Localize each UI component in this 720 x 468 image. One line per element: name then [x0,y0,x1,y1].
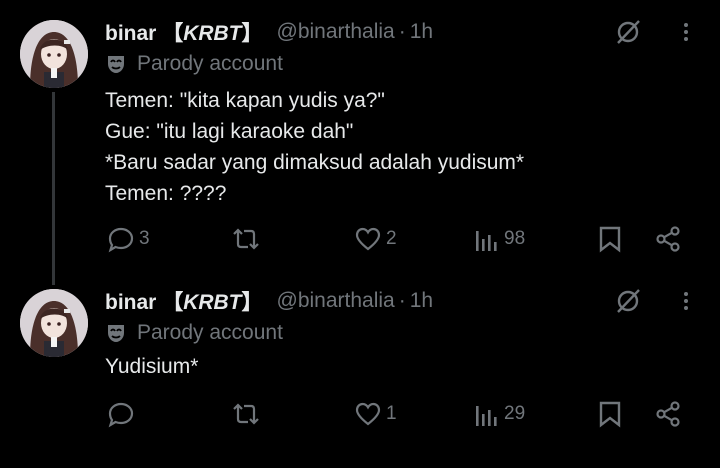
display-name[interactable]: binar 【KRBT】 [105,286,263,316]
views-count: 98 [504,228,526,249]
separator-dot: · [398,289,406,312]
tweet-2[interactable]: binar 【KRBT】 @binarthalia · 1h Parody ac… [0,285,720,468]
tweet-text-line: Temen: ???? [105,182,227,205]
share-button[interactable] [654,225,682,253]
grok-icon[interactable] [614,287,642,320]
tweet-header: binar 【KRBT】 @binarthalia · 1h [105,18,433,46]
reply-icon [108,402,134,428]
display-name[interactable]: binar 【KRBT】 [105,17,263,47]
share-button[interactable] [654,400,682,428]
repost-icon [233,228,259,250]
bookmark-button[interactable] [598,400,622,428]
reply-icon [108,227,134,253]
parody-label: Parody account [137,321,283,344]
reply-button[interactable] [107,400,135,428]
like-button[interactable]: 1 [354,400,397,428]
reply-count: 3 [139,228,150,249]
repost-button[interactable] [230,400,262,428]
bookmark-icon [599,401,621,428]
user-handle[interactable]: @binarthalia [277,20,395,44]
tweet-text-line: *Baru sadar yang dimaksud adalah yudisum… [105,151,525,174]
mask-icon [108,56,124,73]
views-button[interactable]: 98 [474,225,525,253]
tweet-header: binar 【KRBT】 @binarthalia · 1h [105,287,433,315]
views-icon [476,406,497,426]
parody-badge: Parody account [105,319,283,347]
like-count: 2 [386,228,397,249]
avatar[interactable] [20,20,88,88]
bookmark-icon [599,226,621,253]
like-count: 1 [386,403,397,424]
separator-dot: · [398,20,406,43]
parody-label: Parody account [137,52,283,75]
heart-icon [355,227,381,251]
tweet-text-line: Gue: "itu lagi karaoke dah" [105,120,354,143]
tweet-1[interactable]: binar 【KRBT】 @binarthalia · 1h Parody ac… [0,0,720,285]
timestamp[interactable]: 1h [410,20,433,44]
parody-badge: Parody account [105,50,283,78]
mask-icon [108,325,124,342]
tweet-text-line: Yudisium* [105,355,199,378]
tweet-text-line: Temen: "kita kapan yudis ya?" [105,89,385,112]
tweet-text: Yudisium* [105,351,198,382]
heart-icon [355,402,381,426]
like-button[interactable]: 2 [354,225,397,253]
views-icon [476,231,497,251]
tweet-text: Temen: "kita kapan yudis ya?" Gue: "itu … [105,85,524,209]
timestamp[interactable]: 1h [410,289,433,313]
repost-button[interactable] [230,225,262,253]
reply-button[interactable]: 3 [107,225,150,253]
grok-icon[interactable] [614,18,642,51]
avatar[interactable] [20,289,88,357]
more-options-icon[interactable] [676,289,696,318]
views-count: 29 [504,403,526,424]
share-icon [656,401,680,427]
more-options-icon[interactable] [676,20,696,49]
bookmark-button[interactable] [598,225,622,253]
user-handle[interactable]: @binarthalia [277,289,395,313]
share-icon [656,226,680,252]
repost-icon [233,403,259,425]
views-button[interactable]: 29 [474,400,525,428]
